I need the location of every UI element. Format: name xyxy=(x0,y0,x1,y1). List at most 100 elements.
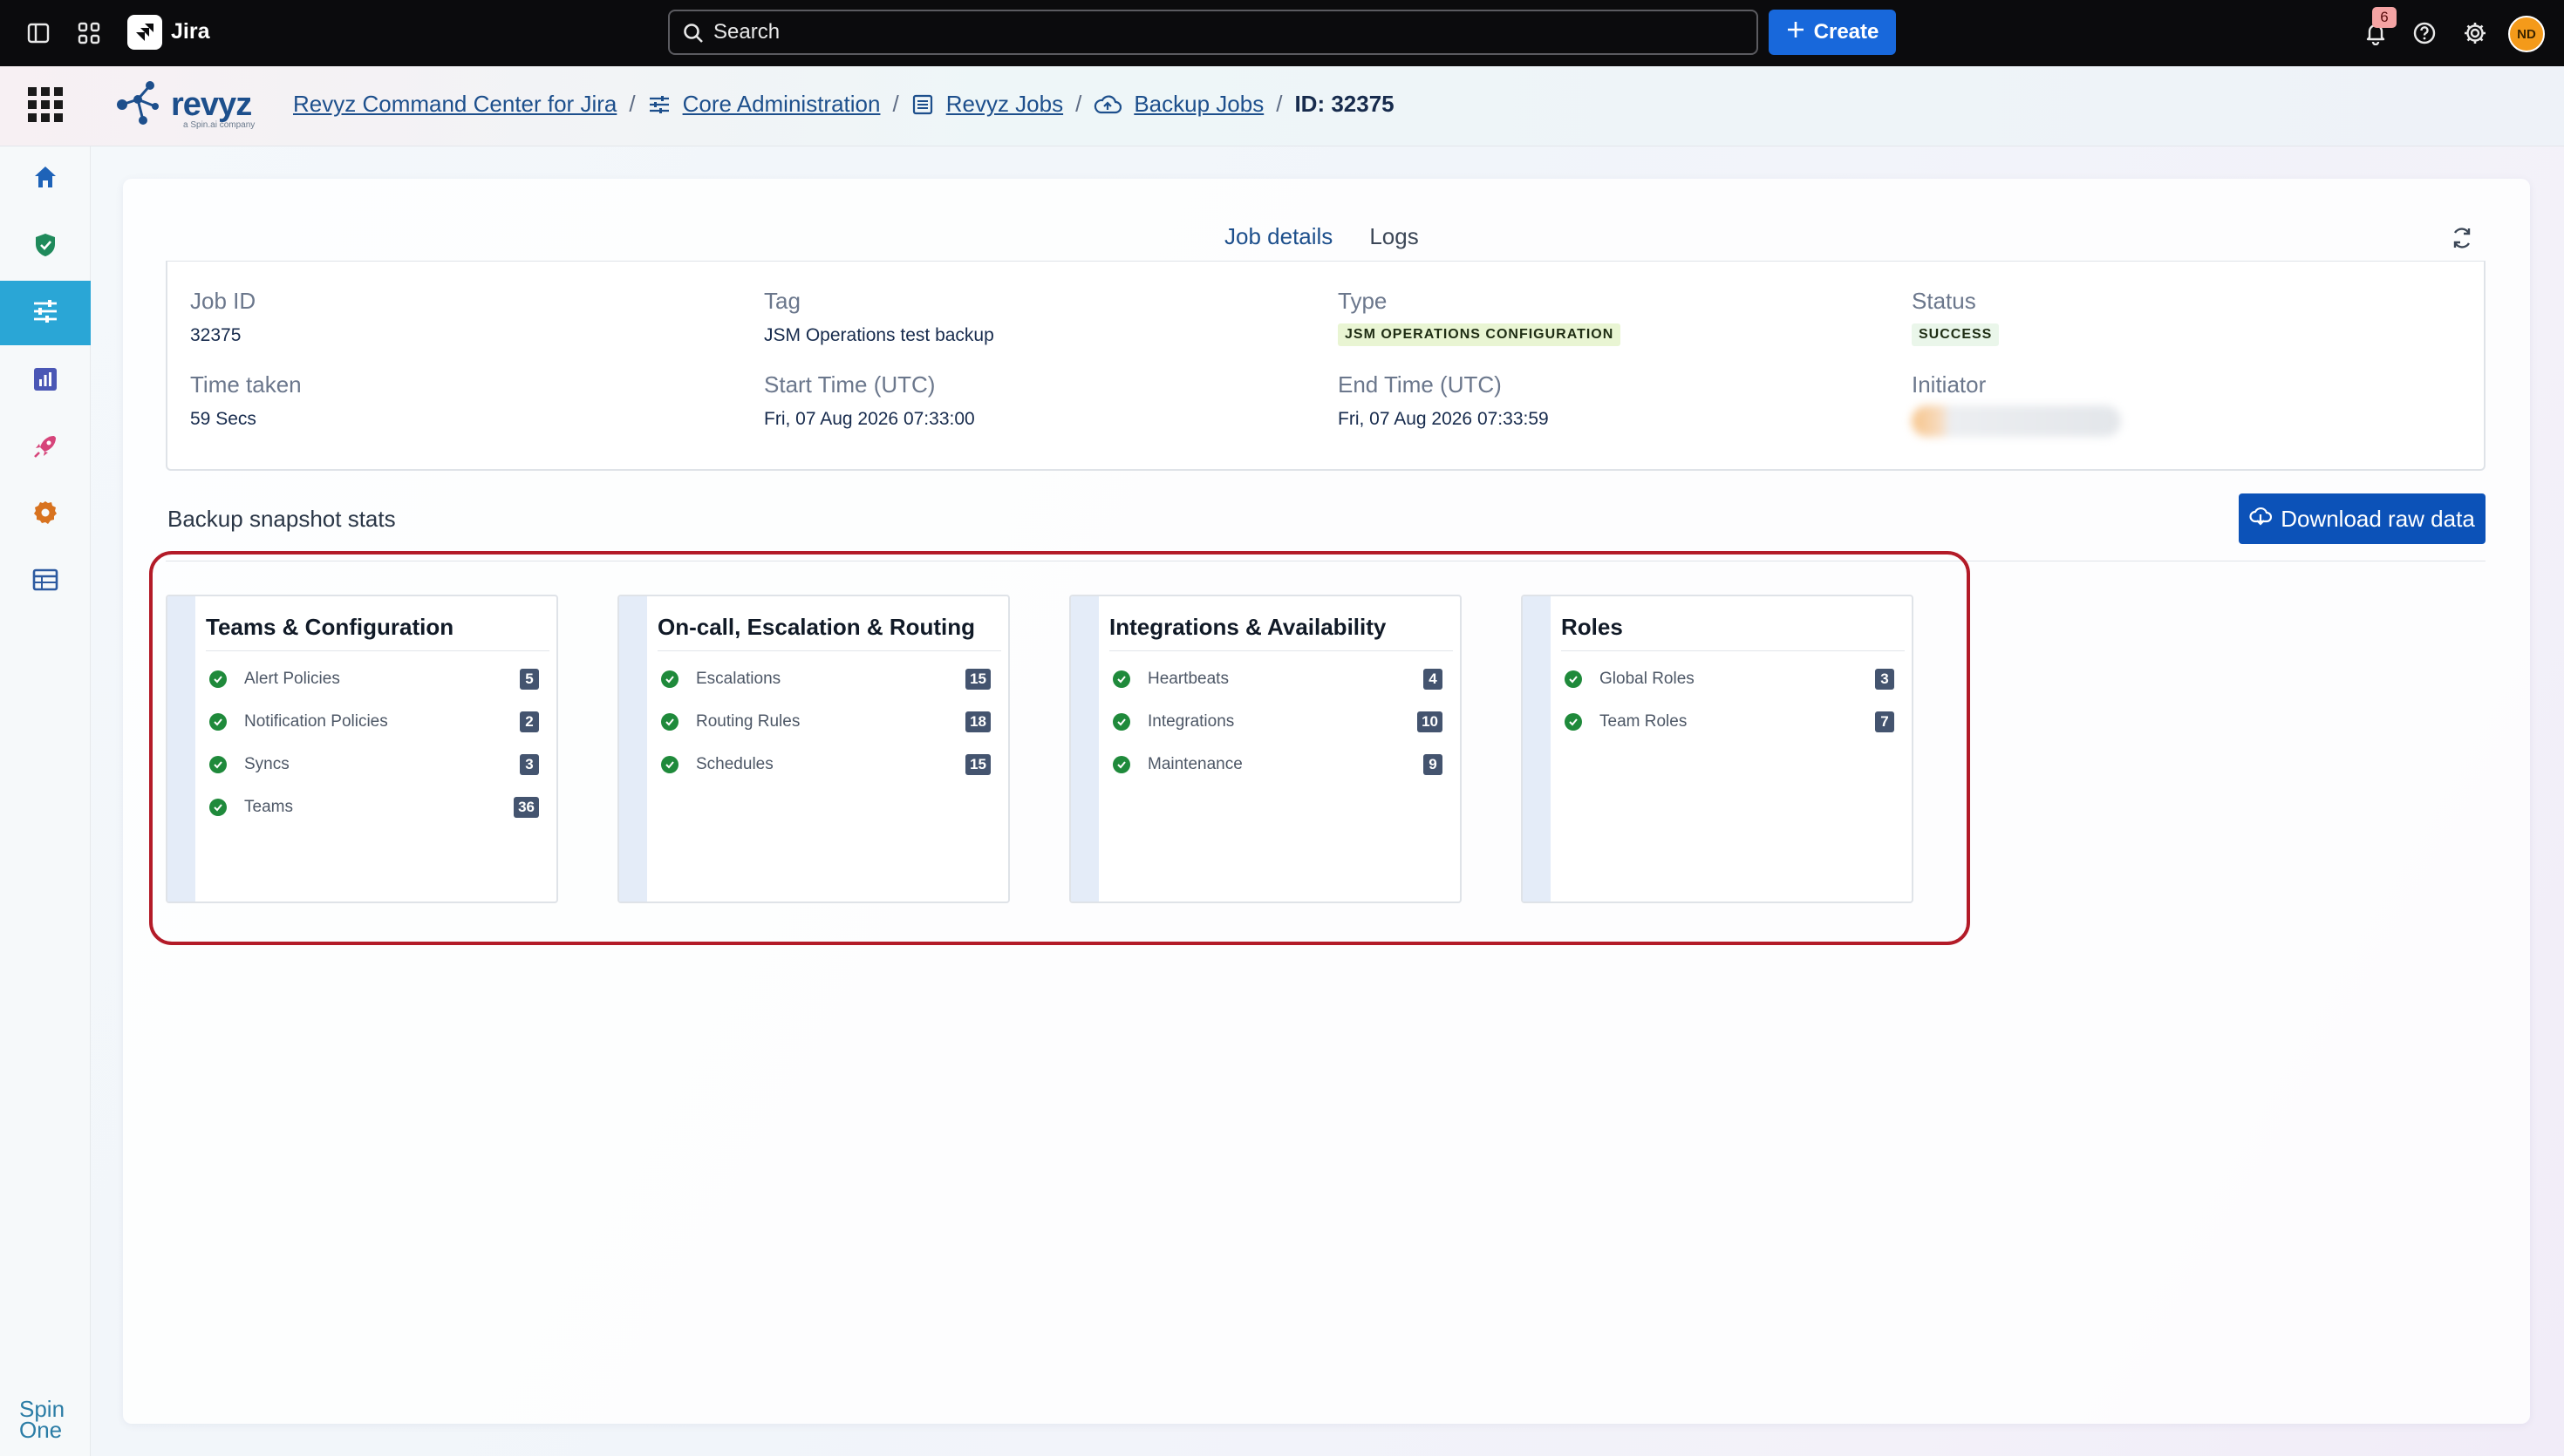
stat-label: Heartbeats xyxy=(1148,670,1229,688)
field-job-id: Job ID 32375 xyxy=(190,288,256,346)
revyz-network-icon xyxy=(110,75,166,135)
jira-logo-icon[interactable] xyxy=(127,15,162,50)
job-tabs: Job details Logs xyxy=(1214,221,1429,265)
sidebar-toggle-icon[interactable] xyxy=(21,16,56,51)
app-name[interactable]: Jira xyxy=(171,19,209,44)
rail-administration[interactable] xyxy=(0,281,91,345)
time-taken-value: 59 Secs xyxy=(190,409,256,429)
card-title: On-call, Escalation & Routing xyxy=(658,614,976,640)
breadcrumb-separator: / xyxy=(1075,91,1082,117)
check-circle-icon xyxy=(1113,713,1130,731)
field-time-taken: Time taken 59 Secs xyxy=(190,371,302,430)
field-initiator: Initiator xyxy=(1912,371,2121,437)
plus-icon xyxy=(1786,20,1805,45)
stat-label: Notification Policies xyxy=(244,712,388,731)
snapshot-stats-title: Backup snapshot stats xyxy=(167,506,396,532)
status-badge: SUCCESS xyxy=(1912,323,2000,346)
tag-value: JSM Operations test backup xyxy=(764,325,994,345)
stat-label: Teams xyxy=(244,798,293,816)
stat-count-badge: 36 xyxy=(514,797,539,818)
check-circle-icon xyxy=(661,756,679,773)
field-end-time: End Time (UTC) Fri, 07 Aug 2026 07:33:59 xyxy=(1338,371,1549,430)
download-raw-data-button[interactable]: Download raw data xyxy=(2239,493,2486,544)
field-start-time: Start Time (UTC) Fri, 07 Aug 2026 07:33:… xyxy=(764,371,975,430)
stat-count-badge: 15 xyxy=(965,669,991,690)
stat-count-badge: 9 xyxy=(1423,754,1442,775)
time-taken-label: Time taken xyxy=(190,371,302,398)
tab-job-details[interactable]: Job details xyxy=(1214,221,1344,265)
check-circle-icon xyxy=(209,756,227,773)
home-icon xyxy=(31,163,59,195)
stat-count-badge: 3 xyxy=(1875,669,1894,690)
stat-label: Alert Policies xyxy=(244,670,340,688)
breadcrumb-separator: / xyxy=(892,91,899,117)
rail-home[interactable] xyxy=(0,146,91,211)
stats-card-oncall-escalation-routing: On-call, Escalation & Routing Escalation… xyxy=(617,595,1010,903)
sliders-icon xyxy=(648,93,671,116)
stat-count-badge: 2 xyxy=(520,711,539,732)
stat-count-badge: 3 xyxy=(520,754,539,775)
apps-grid-icon[interactable] xyxy=(28,87,63,126)
end-time-label: End Time (UTC) xyxy=(1338,371,1502,398)
settings-gear-icon[interactable] xyxy=(2458,16,2492,51)
rail-tables[interactable] xyxy=(0,549,91,614)
card-stripe xyxy=(1071,596,1099,901)
job-id-value: 32375 xyxy=(190,325,242,345)
stat-count-badge: 15 xyxy=(965,754,991,775)
refresh-icon[interactable] xyxy=(2449,225,2475,255)
app-switcher-icon[interactable] xyxy=(72,16,106,51)
notification-count-badge: 6 xyxy=(2372,7,2397,28)
card-title: Teams & Configuration xyxy=(206,614,454,640)
check-circle-icon xyxy=(209,713,227,731)
stat-label: Escalations xyxy=(696,670,781,688)
search-input[interactable]: Search xyxy=(668,10,1758,55)
stat-label: Global Roles xyxy=(1599,670,1695,688)
breadcrumb: Revyz Command Center for Jira / Core Adm… xyxy=(293,91,1395,118)
download-label: Download raw data xyxy=(2281,505,2475,532)
table-icon xyxy=(31,566,59,598)
field-type: Type JSM OPERATIONS CONFIGURATION xyxy=(1338,288,1621,346)
rocket-icon xyxy=(31,432,59,465)
check-circle-icon xyxy=(1113,670,1130,688)
rail-security[interactable] xyxy=(0,214,91,279)
breadcrumb-command-center[interactable]: Revyz Command Center for Jira xyxy=(293,91,617,118)
breadcrumb-core-administration[interactable]: Core Administration xyxy=(683,91,881,118)
create-button[interactable]: Create xyxy=(1769,10,1896,55)
revyz-logo[interactable]: revyz a Spin.ai company xyxy=(110,75,255,135)
breadcrumb-separator: / xyxy=(1276,91,1283,117)
field-status: Status SUCCESS xyxy=(1912,288,2000,346)
stat-row-global-roles: Global Roles 3 xyxy=(1565,666,1905,692)
tab-logs[interactable]: Logs xyxy=(1359,221,1429,265)
breadcrumb-revyz-jobs[interactable]: Revyz Jobs xyxy=(946,91,1063,118)
card-title: Integrations & Availability xyxy=(1109,614,1387,640)
stat-label: Routing Rules xyxy=(696,712,801,731)
stat-count-badge: 5 xyxy=(520,669,539,690)
stat-row-syncs: Syncs 3 xyxy=(209,752,549,778)
rail-launch[interactable] xyxy=(0,416,91,480)
help-icon[interactable] xyxy=(2407,16,2442,51)
status-label: Status xyxy=(1912,288,1976,314)
breadcrumb-separator: / xyxy=(629,91,636,117)
rail-reports[interactable] xyxy=(0,349,91,413)
create-label: Create xyxy=(1813,20,1879,44)
check-circle-icon xyxy=(661,670,679,688)
card-divider xyxy=(1561,650,1905,651)
check-circle-icon xyxy=(209,799,227,816)
breadcrumb-backup-jobs[interactable]: Backup Jobs xyxy=(1134,91,1264,118)
type-label: Type xyxy=(1338,288,1388,314)
card-divider xyxy=(1109,650,1453,651)
initiator-redacted xyxy=(1912,405,2121,437)
spinone-logo-line2: One xyxy=(19,1417,63,1443)
brand-name: revyz xyxy=(171,86,252,123)
card-stripe xyxy=(619,596,647,901)
stat-count-badge: 4 xyxy=(1423,669,1442,690)
stat-row-escalations: Escalations 15 xyxy=(661,666,1001,692)
stat-label: Schedules xyxy=(696,755,774,773)
gear-icon xyxy=(31,499,59,531)
check-circle-icon xyxy=(661,713,679,731)
list-icon xyxy=(911,93,934,116)
user-avatar[interactable]: ND xyxy=(2508,16,2545,52)
rail-settings[interactable] xyxy=(0,482,91,547)
stat-row-alert-policies: Alert Policies 5 xyxy=(209,666,549,692)
card-stripe xyxy=(167,596,195,901)
